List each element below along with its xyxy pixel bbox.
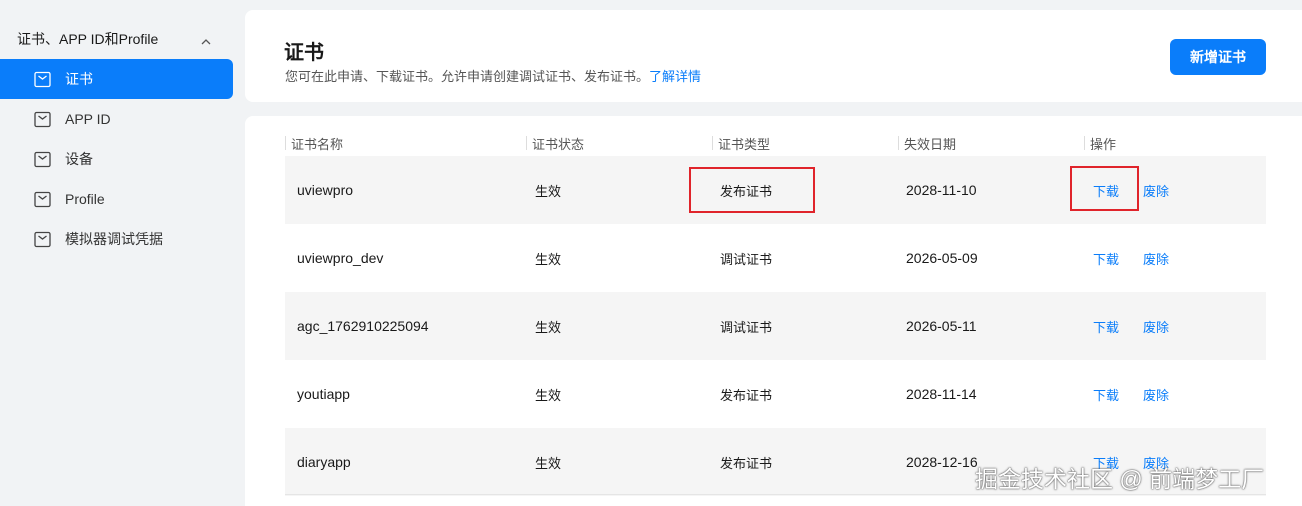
page: 证书、APP ID和Profile 证书 APP ID 设备 Profile 模… — [0, 0, 1302, 506]
sidebar: 证书、APP ID和Profile 证书 APP ID 设备 Profile 模… — [0, 0, 245, 506]
cell-status: 生效 — [535, 387, 562, 403]
cell-name: agc_1762910225094 — [297, 318, 429, 334]
cell-name: diaryapp — [297, 454, 351, 470]
sidebar-item-label: 设备 — [65, 151, 93, 167]
download-link[interactable]: 下载 — [1093, 292, 1119, 360]
table-bottom-divider — [285, 494, 1266, 495]
folder-icon — [34, 71, 51, 88]
folder-icon — [34, 191, 51, 208]
page-title: 证书 — [284, 42, 324, 64]
cell-expiry: 2028-12-16 — [906, 454, 978, 470]
cell-type: 发布证书 — [720, 387, 773, 403]
cell-status: 生效 — [535, 251, 562, 267]
table-row: uviewpro 生效 发布证书 2028-11-10 下载 废除 — [285, 156, 1266, 224]
chevron-up-icon — [201, 34, 211, 45]
sidebar-item-label: 证书 — [65, 71, 93, 87]
revoke-link[interactable]: 废除 — [1143, 224, 1169, 292]
revoke-link[interactable]: 废除 — [1143, 292, 1169, 360]
cell-expiry: 2028-11-10 — [906, 182, 977, 198]
sidebar-item-label: Profile — [65, 191, 105, 207]
cell-expiry: 2028-11-14 — [906, 386, 977, 402]
sidebar-group-label: 证书、APP ID和Profile — [17, 31, 159, 47]
page-description-text: 您可在此申请、下载证书。允许申请创建调试证书、发布证书。 — [285, 69, 650, 84]
folder-icon — [34, 111, 51, 128]
watermark: 掘金技术社区 @ 前端梦工厂 — [975, 466, 1265, 492]
cell-name: uviewpro_dev — [297, 250, 384, 266]
sidebar-item-app-id[interactable]: APP ID — [0, 99, 233, 139]
folder-icon — [34, 231, 51, 248]
sidebar-item-label: 模拟器调试凭据 — [65, 231, 163, 247]
folder-icon — [34, 151, 51, 168]
sidebar-item-certificates[interactable]: 证书 — [0, 59, 233, 99]
add-certificate-button[interactable]: 新增证书 — [1170, 39, 1266, 75]
revoke-link[interactable]: 废除 — [1143, 156, 1169, 224]
cell-status: 生效 — [535, 455, 562, 471]
download-link[interactable]: 下载 — [1093, 156, 1119, 224]
cell-type: 发布证书 — [720, 183, 773, 199]
cell-type: 发布证书 — [720, 455, 773, 471]
table-row: agc_1762910225094 生效 调试证书 2026-05-11 下载 … — [285, 292, 1266, 360]
table-row: youtiapp 生效 发布证书 2028-11-14 下载 废除 — [285, 360, 1266, 428]
cell-status: 生效 — [535, 319, 562, 335]
certificate-table: 证书名称 证书状态 证书类型 失效日期 操作 uviewpro 生效 发布证书 … — [245, 116, 1302, 506]
revoke-link[interactable]: 废除 — [1143, 360, 1169, 428]
download-link[interactable]: 下载 — [1093, 360, 1119, 428]
cell-expiry: 2026-05-11 — [906, 318, 977, 334]
table-row: uviewpro_dev 生效 调试证书 2026-05-09 下载 废除 — [285, 224, 1266, 292]
cell-name: youtiapp — [297, 386, 350, 402]
header-card: 证书 您可在此申请、下载证书。允许申请创建调试证书、发布证书。了解详情 新增证书 — [245, 10, 1302, 102]
cell-type: 调试证书 — [720, 251, 773, 267]
page-description: 您可在此申请、下载证书。允许申请创建调试证书、发布证书。了解详情 — [285, 66, 701, 85]
download-link[interactable]: 下载 — [1093, 224, 1119, 292]
sidebar-item-label: APP ID — [65, 111, 111, 127]
cell-expiry: 2026-05-09 — [906, 250, 978, 266]
sidebar-item-emulator-credentials[interactable]: 模拟器调试凭据 — [0, 219, 233, 259]
cell-type: 调试证书 — [720, 319, 773, 335]
sidebar-group-header[interactable]: 证书、APP ID和Profile — [0, 20, 233, 58]
sidebar-item-profile[interactable]: Profile — [0, 179, 233, 219]
learn-more-link[interactable]: 了解详情 — [649, 69, 701, 84]
sidebar-item-devices[interactable]: 设备 — [0, 139, 233, 179]
cell-name: uviewpro — [297, 182, 354, 198]
cell-status: 生效 — [535, 183, 562, 199]
